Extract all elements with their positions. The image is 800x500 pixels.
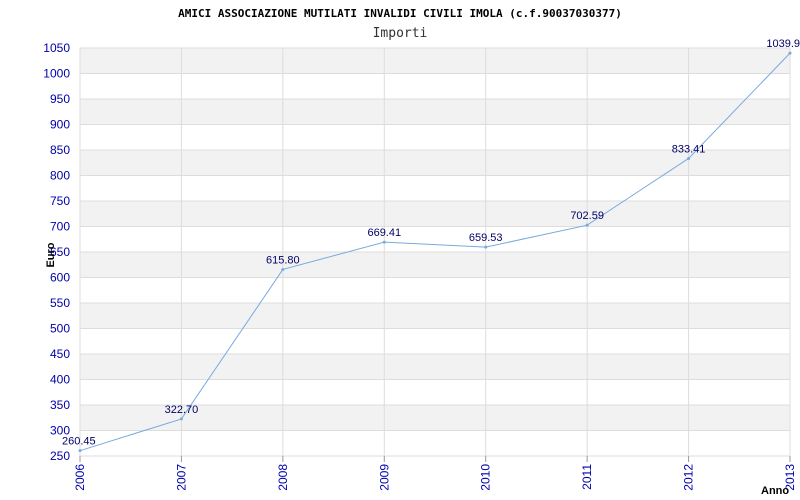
data-label: 322.70 [165,404,199,416]
x-tick-label: 2011 [580,464,594,490]
data-point [78,449,82,453]
grid-band [80,252,790,278]
line-chart: AMICI ASSOCIAZIONE MUTILATI INVALIDI CIV… [43,7,800,497]
grid-bands [80,48,790,431]
y-tick-label: 400 [50,373,70,387]
y-tick-label: 900 [50,118,70,132]
data-label: 659.53 [469,232,503,244]
y-tick-label: 750 [50,194,70,208]
data-label: 260.45 [62,436,96,448]
data-point [179,417,183,421]
data-point [281,267,285,271]
data-label: 1039.9 [766,38,800,50]
y-tick-label: 800 [50,169,70,183]
data-label: 615.80 [266,254,300,266]
data-label: 833.41 [672,143,706,155]
x-tick-label: 2008 [276,464,290,491]
x-tick-label: 2009 [377,464,391,491]
data-label: 702.59 [570,210,604,222]
y-tick-label: 450 [50,347,70,361]
data-point [788,51,792,55]
data-point [585,223,589,227]
x-tick-label: 2007 [174,464,188,491]
grid-band [80,303,790,329]
y-tick-label: 700 [50,220,70,234]
data-point [484,245,488,249]
y-axis-label: Euro [45,242,57,267]
x-axis-ticks: 2006 2007 2008 2009 2010 2011 2012 2013 [73,456,797,491]
y-tick-label: 600 [50,271,70,285]
grid-band [80,354,790,380]
x-tick-label: 2010 [479,464,493,491]
y-tick-label: 500 [50,322,70,336]
y-tick-label: 1050 [43,41,70,55]
y-tick-label: 850 [50,143,70,157]
y-tick-label: 350 [50,398,70,412]
x-tick-label: 2006 [73,464,87,491]
x-tick-label: 2012 [682,464,696,491]
grid-band [80,99,790,125]
data-point [687,156,691,160]
chart-subtitle: Importi [373,26,428,41]
y-tick-label: 1000 [43,67,70,81]
x-axis-label: Anno [761,485,789,497]
grid-band [80,48,790,74]
chart-title: AMICI ASSOCIAZIONE MUTILATI INVALIDI CIV… [178,7,622,20]
grid-band [80,201,790,227]
y-tick-label: 550 [50,296,70,310]
data-point [382,240,386,244]
data-label: 669.41 [367,227,401,239]
y-tick-label: 950 [50,92,70,106]
y-tick-label: 250 [50,449,70,463]
